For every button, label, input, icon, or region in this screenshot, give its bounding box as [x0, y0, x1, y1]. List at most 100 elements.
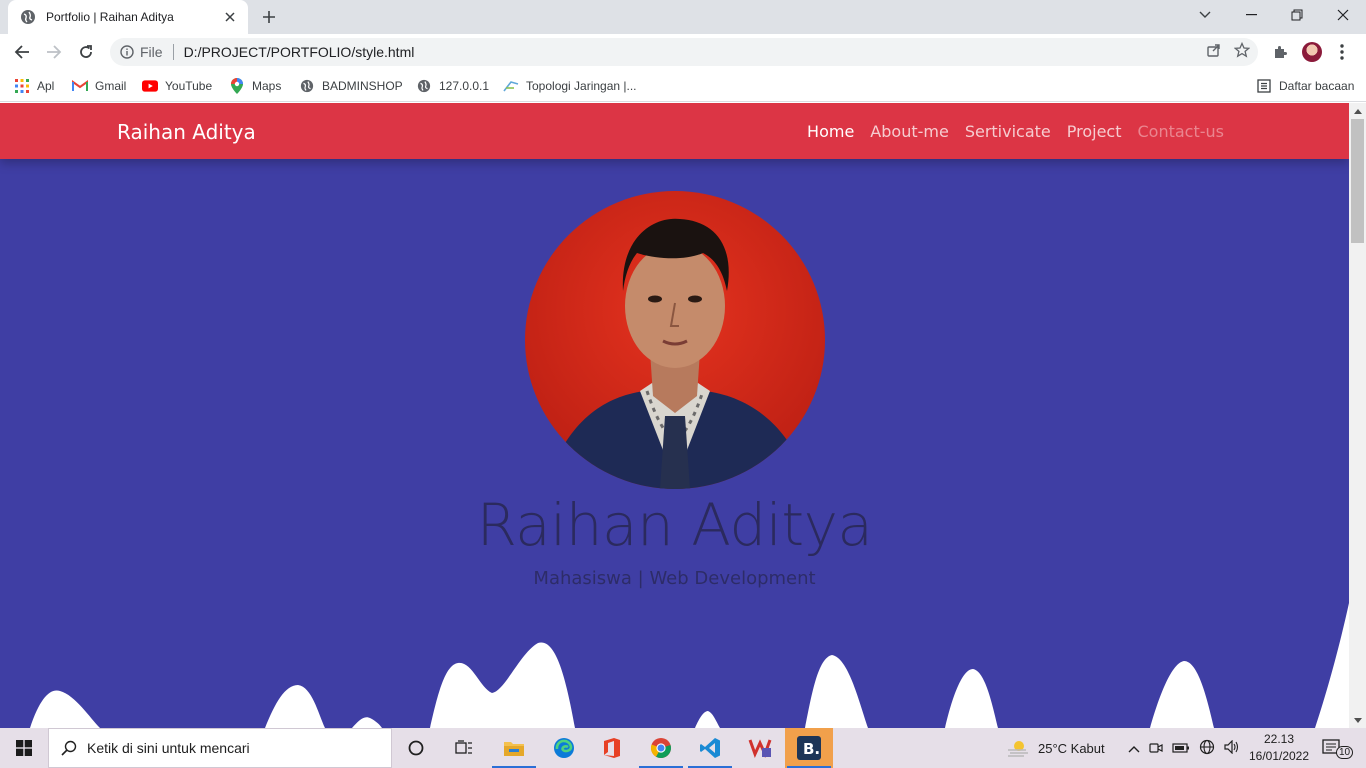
clock-time: 22.13: [1263, 732, 1295, 746]
bookmark-apps[interactable]: Apl: [14, 76, 54, 96]
weather-fog-icon: [1008, 741, 1028, 757]
battery-icon[interactable]: [1172, 741, 1190, 756]
minimize-window-button[interactable]: [1228, 0, 1274, 30]
folder-icon: [504, 742, 524, 756]
forward-button[interactable]: [40, 38, 68, 66]
new-tab-button[interactable]: [258, 6, 280, 28]
nav-about-me[interactable]: About-me: [870, 122, 949, 141]
globe-icon: [416, 78, 432, 94]
taskbar-office[interactable]: [588, 728, 636, 768]
scroll-up-arrow-icon[interactable]: [1349, 103, 1366, 119]
bookmark-label: Maps: [252, 79, 282, 93]
url-scheme-label: File: [140, 44, 163, 60]
nav-links: Home About-me Sertivicate Project Contac…: [807, 122, 1224, 141]
bookmark-topologi[interactable]: Topologi Jaringan |...: [503, 76, 637, 96]
nav-certificate[interactable]: Sertivicate: [965, 122, 1051, 141]
bookmark-localhost[interactable]: 127.0.0.1: [416, 76, 489, 96]
profile-avatar[interactable]: [1302, 42, 1322, 62]
weather-widget[interactable]: 25°C Kabut: [1006, 728, 1105, 768]
taskbar-file-explorer[interactable]: [490, 728, 538, 768]
bookmark-star-icon[interactable]: [1233, 41, 1251, 63]
reload-button[interactable]: [72, 38, 100, 66]
system-tray: [1128, 728, 1240, 768]
taskbar-search[interactable]: Ketik di sini untuk mencari: [48, 728, 392, 768]
taskbar-winrar[interactable]: [736, 728, 784, 768]
site-info[interactable]: File: [120, 44, 163, 60]
volume-icon[interactable]: [1224, 739, 1240, 757]
site-navbar: Raihan Aditya Home About-me Sertivicate …: [0, 103, 1349, 159]
chrome-icon: [650, 738, 671, 759]
tab-search-chevron-icon[interactable]: [1182, 0, 1228, 30]
search-icon: [61, 740, 77, 756]
share-icon[interactable]: [1206, 42, 1222, 63]
youtube-icon: [142, 78, 158, 94]
windows-taskbar: Ketik di sini untuk mencari B. 25°C Kabu…: [0, 728, 1366, 768]
tab-title: Portfolio | Raihan Aditya: [46, 10, 174, 24]
scroll-down-arrow-icon[interactable]: [1349, 712, 1366, 728]
winrar-icon: [748, 739, 772, 758]
search-placeholder: Ketik di sini untuk mencari: [87, 740, 250, 756]
page-viewport: Raihan Aditya Home About-me Sertivicate …: [0, 103, 1349, 728]
nav-project[interactable]: Project: [1067, 122, 1122, 141]
task-view-icon: [455, 740, 472, 754]
hero-subtitle: Mahasiswa | Web Development: [533, 568, 816, 589]
taskbar-clock[interactable]: 22.13 16/01/2022: [1248, 731, 1310, 765]
back-button[interactable]: [8, 38, 36, 66]
close-window-button[interactable]: [1320, 0, 1366, 30]
bookmark-label: BADMINSHOP: [322, 79, 403, 93]
start-button[interactable]: [0, 728, 48, 768]
gmail-icon: [72, 78, 88, 94]
info-icon: [120, 45, 134, 59]
browser-toolbar: File D:/PROJECT/PORTFOLIO/style.html: [0, 34, 1366, 70]
bookmark-youtube[interactable]: YouTube: [142, 76, 212, 96]
bookmark-label: 127.0.0.1: [439, 79, 490, 93]
page-scrollbar[interactable]: [1349, 103, 1366, 728]
hero-name: Raihan Aditya: [476, 491, 873, 559]
bookmarks-bar: Apl Gmail YouTube Maps BADMINSHOP 127.0.…: [0, 70, 1366, 102]
bootstrap-studio-icon: B.: [797, 736, 821, 760]
nav-home[interactable]: Home: [807, 122, 854, 141]
globe-icon: [20, 9, 36, 25]
globe-icon: [299, 78, 315, 94]
bookmark-label: YouTube: [165, 79, 213, 93]
profile-photo: [525, 191, 825, 489]
apps-grid-icon: [14, 78, 30, 94]
notification-count-badge: 10: [1336, 745, 1354, 759]
wave-divider: [0, 603, 1349, 728]
bookmark-label: Gmail: [95, 79, 127, 93]
meet-now-icon[interactable]: [1149, 740, 1163, 757]
bookmark-badminshop[interactable]: BADMINSHOP: [299, 76, 403, 96]
taskbar-chrome[interactable]: [637, 728, 685, 768]
reading-list-label: Daftar bacaan: [1279, 79, 1355, 93]
menu-kebab-icon[interactable]: [1328, 38, 1356, 66]
site-brand[interactable]: Raihan Aditya: [117, 120, 256, 144]
taskbar-bootstrap-studio[interactable]: B.: [785, 728, 833, 768]
restore-window-button[interactable]: [1274, 0, 1320, 30]
url-text[interactable]: D:/PROJECT/PORTFOLIO/style.html: [184, 44, 415, 60]
close-tab-icon[interactable]: [222, 9, 238, 25]
weather-text: 25°C Kabut: [1038, 740, 1105, 756]
cortana-circle-icon: [408, 740, 424, 756]
address-separator: [172, 44, 174, 60]
scroll-thumb[interactable]: [1351, 119, 1364, 243]
nav-contact-us[interactable]: Contact-us: [1138, 122, 1225, 141]
notification-center-button[interactable]: 10: [1322, 728, 1354, 768]
task-view-button[interactable]: [440, 728, 488, 768]
taskbar-vscode[interactable]: [686, 728, 734, 768]
clock-date: 16/01/2022: [1248, 749, 1310, 763]
browser-tabstrip: Portfolio | Raihan Aditya: [0, 0, 1366, 34]
extensions-puzzle-icon[interactable]: [1266, 38, 1294, 66]
svg-text:B.: B.: [803, 740, 820, 758]
show-hidden-icons-chevron-icon[interactable]: [1128, 741, 1140, 756]
network-globe-icon[interactable]: [1199, 739, 1215, 758]
bookmark-gmail[interactable]: Gmail: [72, 76, 126, 96]
bookmark-maps[interactable]: Maps: [229, 76, 281, 96]
bookmark-label: Topologi Jaringan |...: [526, 79, 637, 93]
address-bar[interactable]: File D:/PROJECT/PORTFOLIO/style.html: [110, 38, 1258, 66]
edge-icon: [554, 738, 574, 758]
taskbar-edge[interactable]: [540, 728, 588, 768]
cortana-button[interactable]: [392, 728, 440, 768]
browser-tab[interactable]: Portfolio | Raihan Aditya: [8, 0, 248, 34]
reading-list-button[interactable]: Daftar bacaan: [1256, 76, 1354, 96]
vscode-icon: [700, 738, 720, 758]
